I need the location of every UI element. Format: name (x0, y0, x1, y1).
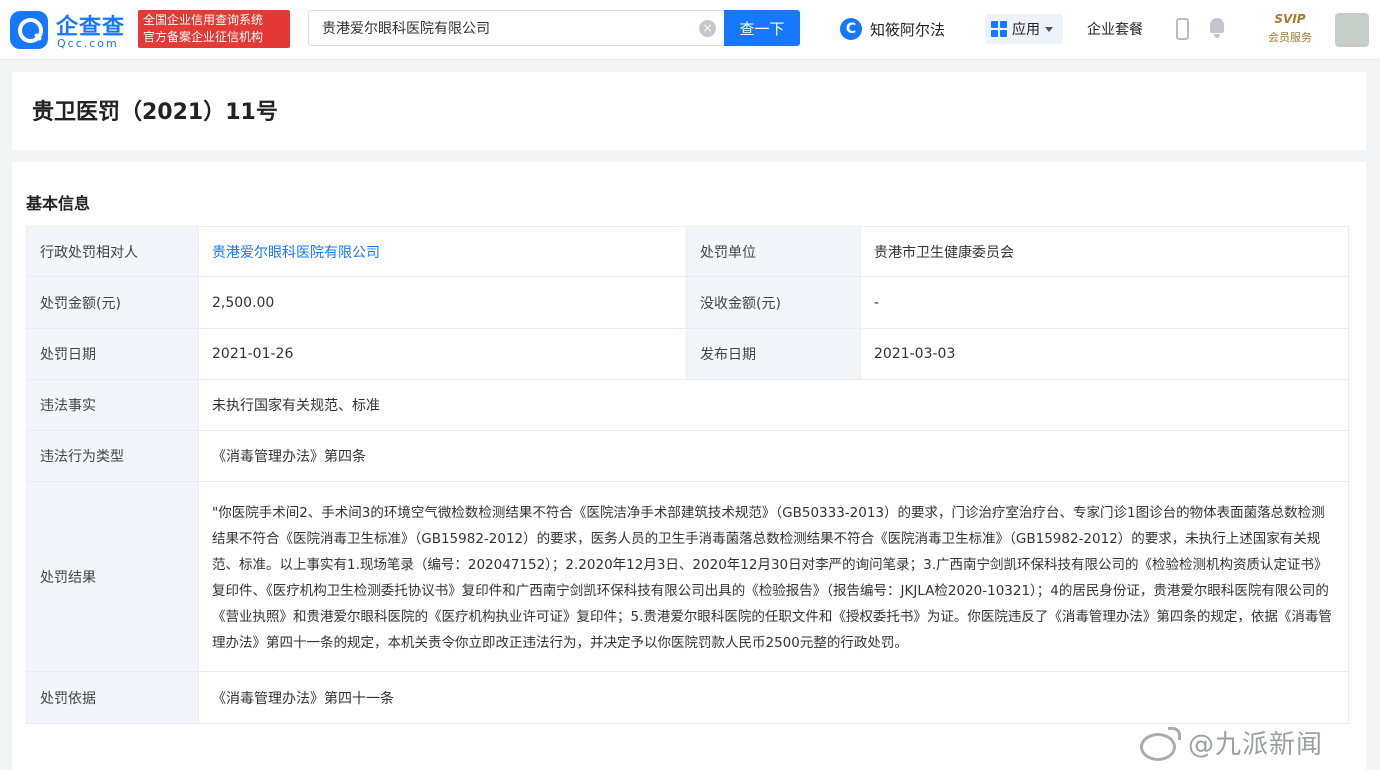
apps-label: 应用 (1012, 22, 1040, 38)
svip-button[interactable]: SVIP 会员服务 (1260, 12, 1320, 46)
badge-line-1: 全国企业信用查询系统 (143, 13, 264, 27)
unit-label: 处罚单位 (686, 226, 861, 277)
type-value: 《消毒管理办法》第四条 (198, 430, 1349, 482)
fact-value: 未执行国家有关规范、标准 (198, 379, 1349, 431)
fact-label: 违法事实 (26, 379, 199, 431)
phone-icon[interactable] (1176, 18, 1189, 40)
grid-icon (991, 21, 1007, 37)
title-card: 贵卫医罚（2021）11号 (12, 72, 1366, 150)
table-row: 处罚依据 《消毒管理办法》第四十一条 (26, 671, 1349, 724)
amount-label: 处罚金额(元) (26, 276, 199, 329)
caret-down-icon (1045, 26, 1053, 32)
basic-info-card: 基本信息 行政处罚相对人 贵港爱尔眼科医院有限公司 处罚单位 贵港市卫生健康委员… (12, 162, 1366, 770)
target-company-link[interactable]: 贵港爱尔眼科医院有限公司 (198, 226, 687, 277)
page-title: 贵卫医罚（2021）11号 (32, 100, 278, 125)
zhi-label: 知筱阿尔法 (870, 20, 946, 39)
table-row: 违法行为类型 《消毒管理办法》第四条 (26, 430, 1349, 482)
logo-search-icon (10, 11, 48, 49)
watermark-text: @九派新闻 (1188, 729, 1324, 760)
table-row: 处罚金额(元) 2,500.00 没收金额(元) - (26, 276, 1349, 329)
svip-label: SVIP (1274, 12, 1306, 26)
clear-icon[interactable]: × (699, 20, 716, 37)
amount-value: 2,500.00 (198, 276, 687, 329)
date-value: 2021-01-26 (198, 328, 687, 380)
table-row: 行政处罚相对人 贵港爱尔眼科医院有限公司 处罚单位 贵港市卫生健康委员会 (26, 226, 1349, 277)
result-label: 处罚结果 (26, 481, 199, 672)
search-box: × (308, 10, 724, 46)
publish-value: 2021-03-03 (860, 328, 1349, 380)
target-label: 行政处罚相对人 (26, 226, 199, 277)
table-row: 处罚结果 "你医院手术间2、手术间3的环境空气微检数检测结果不符合《医院洁净手术… (26, 481, 1349, 672)
logo-subtext: Qcc.com (57, 37, 119, 50)
confiscate-value: - (860, 276, 1349, 329)
zhi-c-icon: C (840, 18, 862, 40)
result-value: "你医院手术间2、手术间3的环境空气微检数检测结果不符合《医院洁净手术部建筑技术… (212, 504, 1332, 651)
basis-label: 处罚依据 (26, 671, 199, 724)
table-row: 处罚日期 2021-01-26 发布日期 2021-03-03 (26, 328, 1349, 380)
nav-apps-dropdown[interactable]: 应用 (985, 14, 1063, 44)
watermark: @九派新闻 (1136, 722, 1323, 762)
basic-info-table: 行政处罚相对人 贵港爱尔眼科医院有限公司 处罚单位 贵港市卫生健康委员会 处罚金… (26, 226, 1349, 724)
avatar[interactable] (1335, 13, 1369, 47)
logo[interactable]: 企查查 Qcc.com (10, 8, 138, 52)
top-bar: 企查查 Qcc.com 全国企业信用查询系统 官方备案企业征信机构 × 查一下 … (0, 0, 1380, 60)
credit-badge[interactable]: 全国企业信用查询系统 官方备案企业征信机构 (138, 10, 290, 48)
bell-icon[interactable] (1208, 18, 1226, 38)
search-input[interactable] (309, 11, 689, 45)
unit-value: 贵港市卫生健康委员会 (860, 226, 1349, 277)
date-label: 处罚日期 (26, 328, 199, 380)
nav-enterprise-package[interactable]: 企业套餐 (1087, 19, 1143, 39)
result-cell: "你医院手术间2、手术间3的环境空气微检数检测结果不符合《医院洁净手术部建筑技术… (198, 481, 1349, 672)
confiscate-label: 没收金额(元) (686, 276, 861, 329)
basis-value: 《消毒管理办法》第四十一条 (198, 671, 1349, 724)
section-title: 基本信息 (26, 194, 91, 213)
nav-zhixiao-alpha[interactable]: C 知筱阿尔法 (840, 16, 945, 42)
type-label: 违法行为类型 (26, 430, 199, 482)
publish-label: 发布日期 (686, 328, 861, 380)
svip-sublabel: 会员服务 (1268, 31, 1312, 44)
weibo-icon (1136, 725, 1182, 761)
badge-line-2: 官方备案企业征信机构 (143, 30, 264, 44)
search-button[interactable]: 查一下 (724, 10, 800, 46)
table-row: 违法事实 未执行国家有关规范、标准 (26, 379, 1349, 431)
